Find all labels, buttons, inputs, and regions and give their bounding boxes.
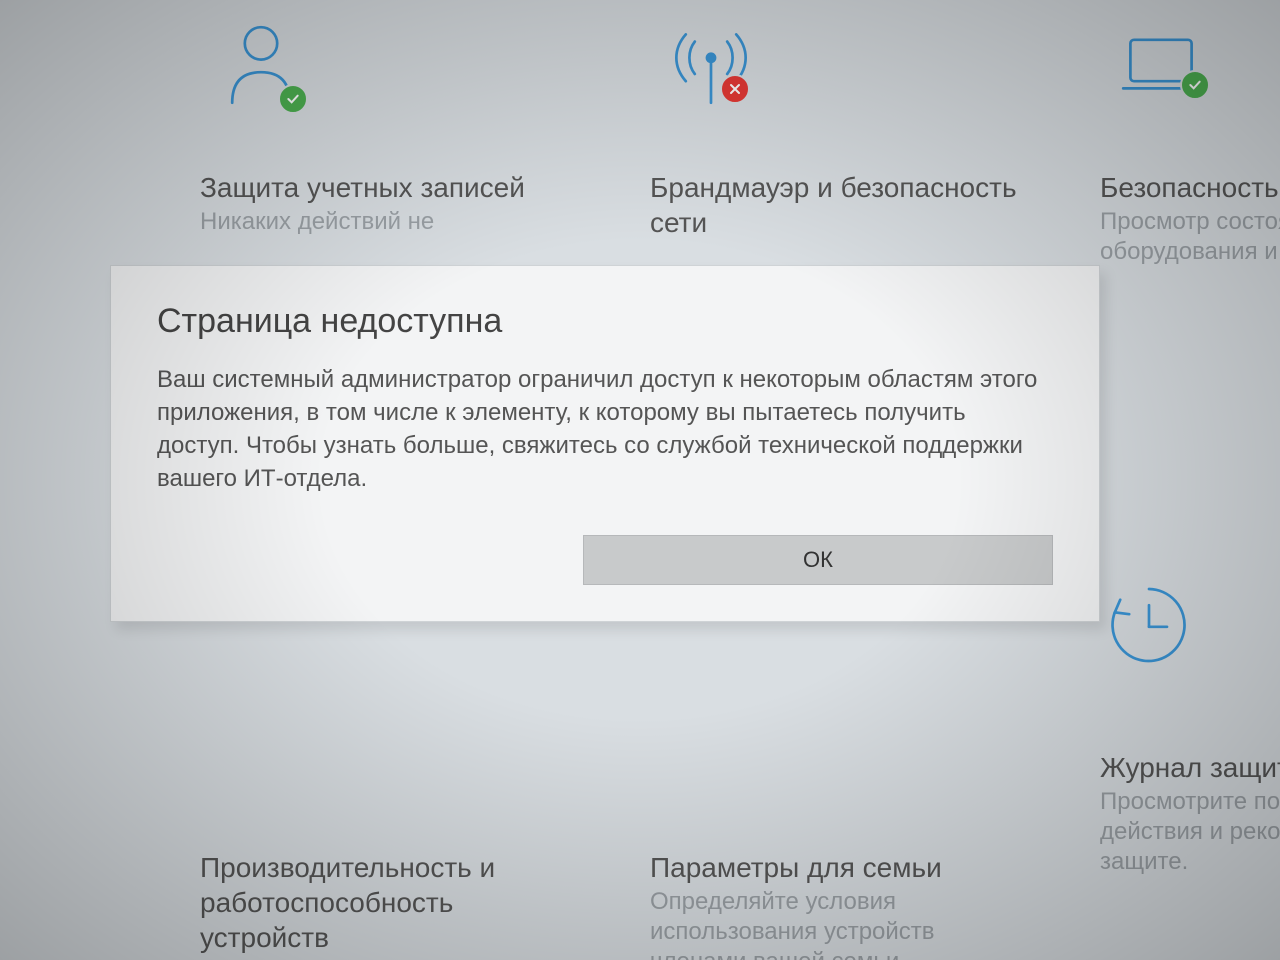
page-unavailable-dialog: Страница недоступна Ваш системный админи… xyxy=(110,265,1100,622)
status-ok-badge xyxy=(1180,70,1210,100)
tile-title: Безопасность xyxy=(1100,170,1280,205)
tile-subtitle: Просмотр состояния защиты оборудования и… xyxy=(1100,207,1280,267)
tile-protection-history[interactable]: Журнал защиты Просмотрите последние дейс… xyxy=(1100,580,1280,880)
tile-subtitle: Никаких действий не xyxy=(200,207,580,237)
ok-button[interactable]: ОК xyxy=(583,535,1053,585)
tile-subtitle: Определяйте условия использования устрой… xyxy=(650,887,1030,960)
history-clock-icon xyxy=(1104,580,1194,680)
wifi-antenna-icon xyxy=(666,20,756,120)
tile-performance[interactable]: Производительность и работоспособность у… xyxy=(200,580,640,880)
tile-title: Журнал защиты xyxy=(1100,750,1280,785)
laptop-icon xyxy=(1116,20,1206,120)
tile-family[interactable]: Параметры для семьи Определяйте условия … xyxy=(650,580,1090,880)
tile-device-security[interactable]: Безопасность Просмотр состояния защиты о… xyxy=(1100,20,1280,320)
tile-title: Брандмауэр и безопасность сети xyxy=(650,170,1030,240)
tile-title: Защита учетных записей xyxy=(200,170,580,205)
dialog-body: Ваш системный администратор ограничил до… xyxy=(157,363,1053,495)
tile-subtitle: Просмотрите последние действия и рекомен… xyxy=(1100,787,1280,877)
tile-title: Производительность и работоспособность у… xyxy=(200,850,580,955)
status-ok-badge xyxy=(278,84,308,114)
dialog-title: Страница недоступна xyxy=(157,302,1053,341)
account-icon xyxy=(216,20,306,120)
dialog-actions: ОК xyxy=(157,535,1053,585)
status-error-badge xyxy=(720,74,750,104)
tile-title: Параметры для семьи xyxy=(650,850,1030,885)
